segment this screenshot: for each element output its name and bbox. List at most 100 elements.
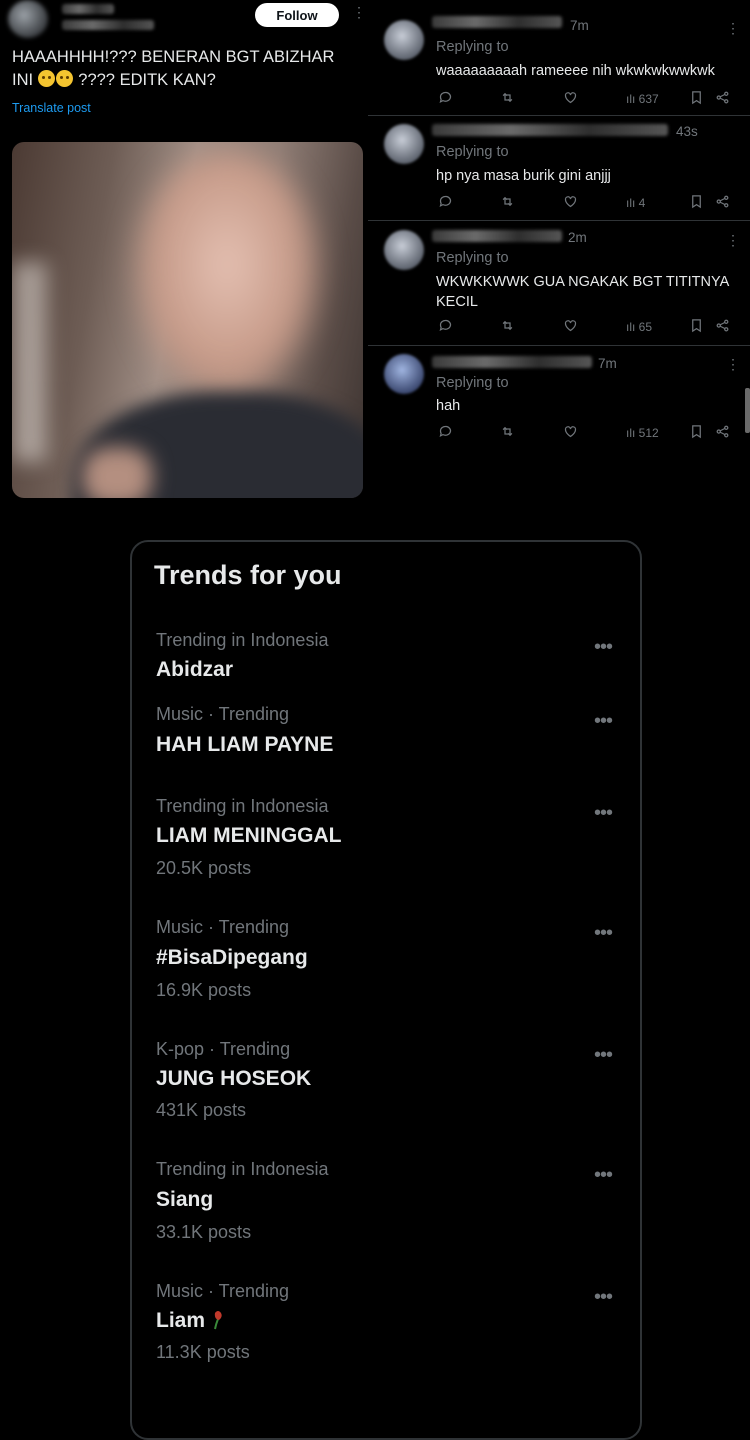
reply-text: hp nya masa burik gini anjjj — [436, 168, 611, 184]
reply-actions: ılı 4 — [436, 194, 736, 214]
reply-more-icon[interactable]: ⋮ — [726, 357, 740, 371]
follow-button[interactable]: Follow — [255, 3, 339, 27]
trend-post-count: 33.1K posts — [156, 1222, 252, 1242]
reply-text: WKWKKWWK GUA NGAKAK BGT TITITNYA KECIL — [436, 274, 729, 310]
reply-time[interactable]: 7m — [570, 18, 589, 33]
reply-item[interactable]: 43s Replying to hp nya masa burik gini a… — [378, 118, 750, 218]
views-count: 65 — [638, 320, 653, 334]
reply-actions: ılı 637 — [436, 90, 736, 110]
more-icon[interactable]: ••• — [594, 637, 613, 657]
trend-post-count: 11.3K posts — [156, 1342, 250, 1362]
more-icon[interactable]: ••• — [594, 711, 613, 731]
trend-context: K-pop · Trending — [156, 1039, 291, 1059]
more-icon[interactable]: ••• — [594, 1287, 613, 1307]
avatar[interactable] — [384, 230, 424, 270]
reply-actions: ılı 512 — [436, 424, 736, 444]
replying-to-label: Replying to — [436, 250, 509, 266]
more-icon[interactable]: ••• — [594, 1165, 613, 1185]
retweet-icon[interactable] — [500, 318, 515, 336]
bookmark-icon[interactable] — [689, 318, 704, 336]
reply-icon[interactable] — [438, 318, 453, 336]
reply-more-icon[interactable]: ⋮ — [726, 21, 740, 35]
scrollbar-thumb[interactable] — [745, 388, 750, 433]
reply-icon[interactable] — [438, 194, 453, 212]
bookmark-icon[interactable] — [689, 90, 704, 108]
trends-panel: Trends for you Trending in Indonesia Abi… — [130, 540, 642, 1440]
views-icon[interactable]: ılı 512 — [626, 426, 659, 440]
trend-name: LIAM MENINGGAL — [156, 824, 342, 847]
reply-item[interactable]: 2m ⋮ Replying to WKWKKWWK GUA NGAKAK BGT… — [378, 224, 750, 342]
bookmark-icon[interactable] — [689, 424, 704, 442]
share-icon[interactable] — [715, 424, 730, 442]
avatar[interactable] — [384, 354, 424, 394]
reply-icon[interactable] — [438, 424, 453, 442]
divider — [368, 220, 750, 221]
reply-time[interactable]: 43s — [676, 124, 698, 139]
reply-text: hah — [436, 398, 461, 414]
share-icon[interactable] — [715, 318, 730, 336]
avatar[interactable] — [384, 124, 424, 164]
trends-title: Trends for you — [154, 560, 342, 590]
like-icon[interactable] — [563, 194, 578, 212]
trend-post-count: 16.9K posts — [156, 980, 252, 1000]
reply-time[interactable]: 7m — [598, 356, 617, 371]
retweet-icon[interactable] — [500, 424, 515, 442]
avatar[interactable] — [384, 20, 424, 60]
trend-name: #BisaDipegang — [156, 946, 308, 969]
trend-post-count: 431K posts — [156, 1100, 247, 1120]
reply-text: waaaaaaaaah rameeee nih wkwkwkwwkwk — [436, 63, 715, 79]
trend-context: Music · Trending — [156, 1281, 290, 1301]
views-count: 4 — [638, 196, 646, 210]
views-count: 512 — [638, 426, 659, 440]
reply-author-name[interactable] — [432, 16, 562, 28]
like-icon[interactable] — [563, 318, 578, 336]
trend-context: Trending in Indonesia — [156, 630, 329, 650]
retweet-icon[interactable] — [500, 90, 515, 108]
post-author-handle[interactable] — [62, 20, 154, 30]
like-icon[interactable] — [563, 424, 578, 442]
share-icon[interactable] — [715, 194, 730, 212]
trend-context: Music · Trending — [156, 917, 290, 937]
views-icon[interactable]: ılı 637 — [626, 92, 659, 106]
reply-icon[interactable] — [438, 90, 453, 108]
trend-name: HAH LIAM PAYNE — [156, 733, 334, 756]
reply-author-name[interactable] — [432, 124, 668, 136]
trend-name: Siang — [156, 1188, 214, 1211]
share-icon[interactable] — [715, 90, 730, 108]
retweet-icon[interactable] — [500, 194, 515, 212]
reply-item[interactable]: 7m ⋮ Replying to waaaaaaaaah rameeee nih… — [378, 12, 750, 112]
post-text-tail: ???? EDITK KAN? — [78, 71, 216, 89]
emoji-icon — [55, 70, 73, 87]
bookmark-icon[interactable] — [689, 194, 704, 212]
post-author-name[interactable] — [62, 4, 114, 14]
emoji-icon — [37, 70, 55, 87]
wilted-rose-icon — [214, 1311, 222, 1330]
reply-more-icon[interactable]: ⋮ — [726, 233, 740, 247]
more-icon[interactable]: ••• — [594, 803, 613, 823]
more-icon[interactable]: ••• — [594, 923, 613, 943]
like-icon[interactable] — [563, 90, 578, 108]
translate-post-link[interactable]: Translate post — [12, 101, 91, 115]
post-media[interactable] — [12, 142, 363, 498]
trend-context: Trending in Indonesia — [156, 796, 329, 816]
trend-post-count: 20.5K posts — [156, 858, 252, 878]
trend-name: Abidzar — [156, 658, 234, 681]
views-icon[interactable]: ılı 65 — [626, 320, 652, 334]
reply-actions: ılı 65 — [436, 318, 736, 338]
views-icon[interactable]: ılı 4 — [626, 196, 645, 210]
trend-name-row: Liam — [156, 1309, 225, 1333]
post-text: HAAAHHHH!??? BENERAN BGT ABIZHAR INI ???… — [12, 46, 357, 92]
post-author-avatar[interactable] — [8, 0, 48, 38]
reply-item[interactable]: 7m ⋮ Replying to hah ılı 512 — [378, 350, 750, 450]
trend-context: Trending in Indonesia — [156, 1159, 329, 1179]
reply-author-name[interactable] — [432, 230, 562, 242]
replying-to-label: Replying to — [436, 144, 509, 160]
post-more-icon[interactable]: ⋮ — [352, 5, 366, 19]
more-icon[interactable]: ••• — [594, 1045, 613, 1065]
trend-name: JUNG HOSEOK — [156, 1067, 312, 1090]
views-count: 637 — [638, 92, 659, 106]
reply-author-name[interactable] — [432, 356, 592, 368]
replying-to-label: Replying to — [436, 39, 509, 55]
trend-context: Music · Trending — [156, 704, 290, 724]
reply-time[interactable]: 2m — [568, 230, 587, 245]
